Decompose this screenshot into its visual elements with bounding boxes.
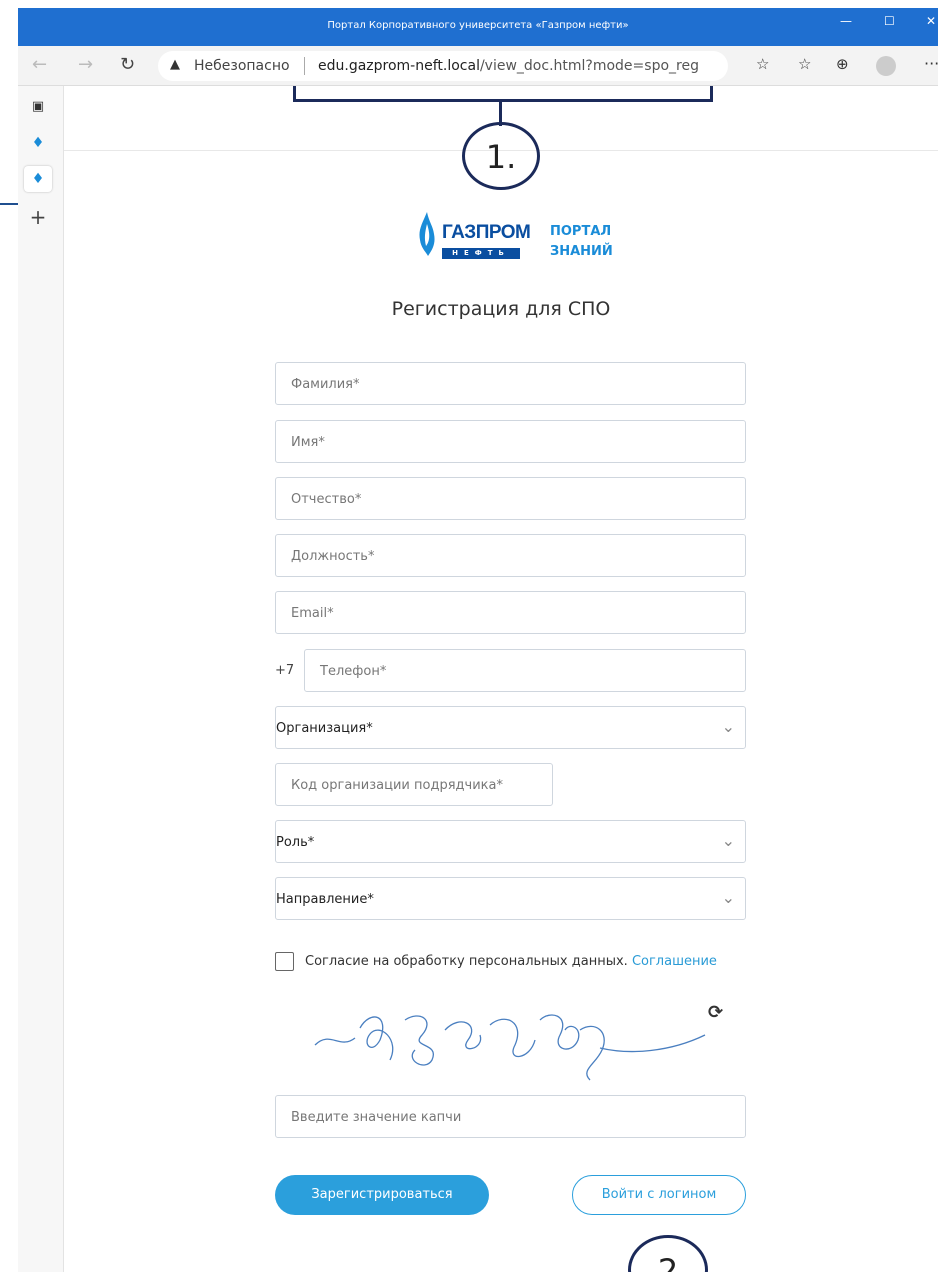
consent-label: Согласие на обработку персональных данны… — [305, 954, 717, 969]
page-title: Регистрация для СПО — [0, 298, 938, 320]
direction-select[interactable]: Направление* ⌄ — [275, 877, 746, 920]
portal-line1: ПОРТАЛ — [550, 224, 612, 239]
favorites-icon[interactable]: ☆ — [798, 55, 811, 73]
logo-sub: НЕФТЬ — [442, 248, 520, 259]
firstname-placeholder: Имя* — [291, 435, 325, 450]
url-text[interactable]: edu.gazprom-neft.local/view_doc.html?mod… — [318, 58, 699, 74]
role-select[interactable]: Роль* ⌄ — [275, 820, 746, 863]
firstname-field[interactable]: Имя* — [275, 420, 746, 463]
flame-icon — [419, 212, 435, 256]
captcha-input[interactable]: Введите значение капчи — [275, 1095, 746, 1138]
phone-prefix: +7 — [275, 663, 295, 678]
annotation-bracket — [293, 86, 713, 102]
url-host: edu.gazprom-neft.local — [318, 58, 480, 74]
browser-toolbar: ← → ↻ ▲ Небезопасно edu.gazprom-neft.loc… — [18, 46, 938, 86]
lastname-field[interactable]: Фамилия* — [275, 362, 746, 405]
window-titlebar: Портал Корпоративного университета «Газп… — [18, 8, 938, 46]
address-bar[interactable]: ▲ Небезопасно edu.gazprom-neft.local/vie… — [158, 51, 728, 81]
forward-icon[interactable]: → — [78, 54, 93, 75]
position-field[interactable]: Должность* — [275, 534, 746, 577]
minimize-icon[interactable]: — — [840, 14, 852, 28]
back-icon[interactable]: ← — [32, 54, 47, 75]
organization-select[interactable]: Организация* ⌄ — [275, 706, 746, 749]
warning-icon[interactable]: ▲ — [170, 57, 180, 72]
captcha-image — [314, 1014, 706, 1081]
annotation-number: 1. — [485, 138, 517, 176]
patronymic-placeholder: Отчество* — [291, 492, 362, 507]
annotation-marker-2: 2 — [628, 1235, 708, 1272]
lastname-placeholder: Фамилия* — [291, 377, 360, 392]
new-tab-plus-icon[interactable]: + — [24, 204, 52, 230]
portal-name: ПОРТАЛ ЗНАНИЙ — [550, 222, 613, 262]
email-placeholder: Email* — [291, 606, 334, 621]
gazprom-favicon[interactable]: ♦ — [24, 166, 52, 192]
patronymic-field[interactable]: Отчество* — [275, 477, 746, 520]
contractor-code-placeholder: Код организации подрядчика* — [291, 778, 503, 793]
annotation-marker-1: 1. — [462, 122, 540, 190]
captcha-refresh-icon[interactable]: ⟳ — [708, 1002, 723, 1023]
gazprom-neft-logo: ГАЗПРОМ НЕФТЬ ПОРТАЛ ЗНАНИЙ — [408, 210, 620, 266]
profile-icon[interactable] — [876, 56, 896, 76]
consent-text: Согласие на обработку персональных данны… — [305, 954, 628, 969]
gazprom-favicon[interactable]: ♦ — [24, 130, 52, 156]
agreement-link[interactable]: Соглашение — [632, 954, 717, 969]
consent-checkbox[interactable] — [275, 952, 294, 971]
collections-icon[interactable]: ⊕ — [836, 55, 849, 73]
captcha-placeholder: Введите значение капчи — [291, 1110, 462, 1125]
login-with-username-button[interactable]: Войти с логином — [572, 1175, 746, 1215]
direction-value: Направление* — [276, 892, 374, 907]
security-label[interactable]: Небезопасно — [194, 58, 290, 74]
favorite-add-icon[interactable]: ☆ — [756, 55, 769, 73]
window-title: Портал Корпоративного университета «Газп… — [327, 20, 629, 31]
portal-line2: ЗНАНИЙ — [550, 244, 613, 259]
role-value: Роль* — [276, 835, 315, 850]
more-icon[interactable]: ··· — [924, 54, 938, 73]
phone-placeholder: Телефон* — [320, 664, 387, 679]
position-placeholder: Должность* — [291, 549, 375, 564]
page-title-text: Регистрация для СПО — [391, 298, 611, 320]
email-field[interactable]: Email* — [275, 591, 746, 634]
chevron-down-icon: ⌄ — [721, 831, 735, 850]
organization-value: Организация* — [276, 721, 373, 736]
contractor-code-field[interactable]: Код организации подрядчика* — [275, 763, 553, 806]
close-icon[interactable]: ✕ — [926, 14, 936, 28]
url-divider — [304, 57, 305, 75]
tab-actions-icon[interactable]: ▣ — [24, 94, 52, 120]
maximize-icon[interactable]: ☐ — [884, 14, 895, 28]
annotation-line — [0, 203, 18, 205]
logo-brand: ГАЗПРОМ — [442, 222, 531, 243]
url-path: /view_doc.html?mode=spo_reg — [479, 58, 699, 74]
vertical-tabs-sidebar: ▣ ♦ ♦ + — [18, 86, 64, 1272]
phone-field[interactable]: Телефон* — [304, 649, 746, 692]
annotation-number: 2 — [657, 1252, 679, 1272]
chevron-down-icon: ⌄ — [721, 888, 735, 907]
register-button[interactable]: Зарегистрироваться — [275, 1175, 489, 1215]
chevron-down-icon: ⌄ — [721, 717, 735, 736]
refresh-icon[interactable]: ↻ — [120, 54, 135, 75]
